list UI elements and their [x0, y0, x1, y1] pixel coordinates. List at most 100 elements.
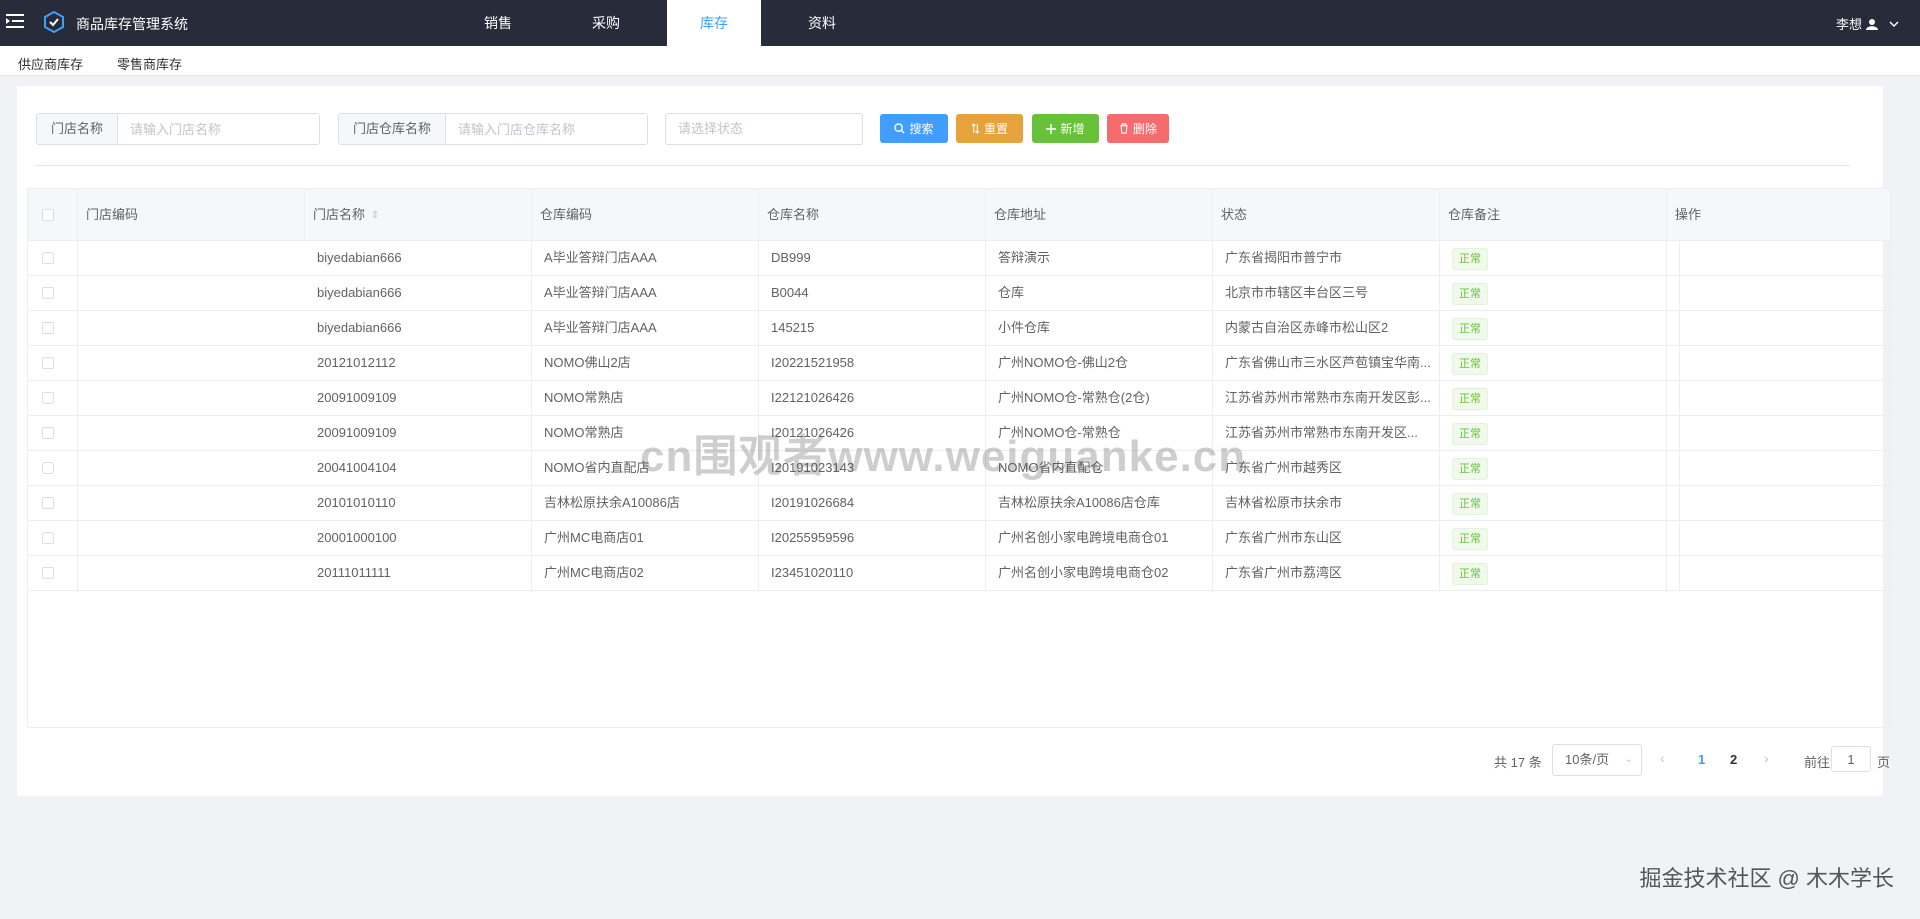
cell-store-code: 20091009109 [305, 416, 532, 451]
column-header-store-name[interactable]: 门店名称 ⇕ [305, 189, 532, 241]
status-badge: 正常 [1452, 283, 1488, 305]
cell-warehouse-code: 145215 [759, 311, 986, 346]
cell-actions [1667, 311, 1892, 346]
cell-warehouse-name: 广州NOMO仓-佛山2仓 [986, 346, 1213, 381]
goto-suffix: 页 [1877, 755, 1891, 770]
prev-page-button[interactable]: ‹ [1660, 750, 1665, 766]
search-icon [894, 123, 906, 134]
source-credit: 掘金技术社区 @ 木木学长 [1639, 866, 1894, 891]
subnav-item-retailer-stock[interactable]: 零售商库存 [117, 54, 182, 73]
nav-tab-data[interactable]: 资料 [775, 0, 869, 46]
cell-actions [1667, 556, 1892, 591]
cell-store-name: 广州MC电商店01 [532, 521, 759, 556]
cell-store-name: NOMO佛山2店 [532, 346, 759, 381]
cell-store-name: NOMO常熟店 [532, 416, 759, 451]
goto-page-input[interactable] [1831, 746, 1871, 772]
cell-actions [1667, 416, 1892, 451]
cell-warehouse-code: I20191026684 [759, 486, 986, 521]
user-menu[interactable]: 李想 [1836, 14, 1900, 33]
cell-warehouse-address: 江苏省苏州市常熟市东南开发区彭... [1213, 381, 1440, 416]
status-badge: 正常 [1452, 248, 1488, 270]
table-row: biyedabian666 A毕业答辩门店AAA 145215 小件仓库 内蒙古自治区赤… [28, 311, 1890, 346]
search-button-label: 搜索 [909, 122, 934, 136]
sub-navbar: 供应商库存 零售商库存 [0, 46, 1920, 76]
cell-warehouse-address: 广东省广州市荔湾区 [1213, 556, 1440, 591]
cell-store-code: 20111011111 [305, 556, 532, 591]
cell-warehouse-address: 内蒙古自治区赤峰市松山区2 [1213, 311, 1440, 346]
row-checkbox[interactable] [42, 322, 54, 334]
table-row: 20111011111 广州MC电商店02 I23451020110 广州名创小家电跨… [28, 556, 1890, 591]
nav-tab-sales[interactable]: 销售 [451, 0, 545, 46]
page-number-1[interactable]: 1 [1698, 752, 1705, 767]
row-checkbox[interactable] [42, 287, 54, 299]
column-header-status: 状态 [1213, 189, 1440, 241]
cell-store-name: A毕业答辩门店AAA [532, 241, 759, 276]
cell-status: 正常 [1440, 311, 1667, 346]
warehouse-name-filter: 门店仓库名称 [338, 113, 648, 145]
row-checkbox[interactable] [42, 392, 54, 404]
menu-toggle-icon[interactable] [6, 12, 24, 30]
row-checkbox[interactable] [42, 427, 54, 439]
table-row: biyedabian666 A毕业答辩门店AAA B0044 仓库 北京市市辖区丰台区三… [28, 276, 1890, 311]
row-checkbox[interactable] [42, 532, 54, 544]
column-header-warehouse-address: 仓库地址 [986, 189, 1213, 241]
cell-warehouse-name: 广州NOMO仓-常熟仓(2仓) [986, 381, 1213, 416]
status-badge: 正常 [1452, 353, 1488, 375]
cell-status: 正常 [1440, 486, 1667, 521]
cell-store-code: 20041004104 [305, 451, 532, 486]
top-navbar: 商品库存管理系统 销售 采购 库存 资料 李想 [0, 0, 1920, 46]
nav-tab-purchase[interactable]: 采购 [559, 0, 653, 46]
store-name-label: 门店名称 [37, 114, 119, 144]
reset-button[interactable]: 重置 [956, 114, 1023, 143]
page-number-2[interactable]: 2 [1730, 752, 1737, 767]
select-all-checkbox[interactable] [42, 209, 54, 221]
page-size-select[interactable]: 10条/页 ⌄ [1552, 744, 1642, 776]
store-name-input[interactable] [118, 114, 314, 144]
cell-status: 正常 [1440, 416, 1667, 451]
status-select[interactable]: 请选择状态 [665, 113, 863, 145]
nav-tab-inventory[interactable]: 库存 [667, 0, 761, 46]
cell-actions [1667, 276, 1892, 311]
subnav-item-supplier-stock[interactable]: 供应商库存 [18, 54, 83, 73]
sort-icon[interactable]: ⇕ [371, 190, 379, 242]
cell-warehouse-name: 广州名创小家电跨境电商仓01 [986, 521, 1213, 556]
cell-warehouse-address: 广东省佛山市三水区芦苞镇宝华南... [1213, 346, 1440, 381]
main-panel: 门店名称 门店仓库名称 请选择状态 搜索 重置 新增 删除 [17, 86, 1891, 796]
cell-warehouse-code: I20255959596 [759, 521, 986, 556]
plus-icon [1046, 123, 1057, 134]
sort-arrows-icon [971, 123, 980, 134]
table-row: 20091009109 NOMO常熟店 I20121026426 广州NOMO仓-常熟… [28, 416, 1890, 451]
cell-store-name: NOMO省内直配店 [532, 451, 759, 486]
cell-store-code: 20101010110 [305, 486, 532, 521]
cell-warehouse-code: I20121026426 [759, 416, 986, 451]
status-badge: 正常 [1452, 563, 1488, 585]
row-select-cell [28, 416, 78, 451]
row-select-cell [28, 346, 78, 381]
warehouse-name-label: 门店仓库名称 [339, 114, 447, 144]
next-page-button[interactable]: › [1764, 750, 1769, 766]
cell-warehouse-code: I20221521958 [759, 346, 986, 381]
delete-button[interactable]: 删除 [1107, 114, 1169, 143]
row-checkbox[interactable] [42, 462, 54, 474]
cell-status: 正常 [1440, 451, 1667, 486]
row-checkbox[interactable] [42, 567, 54, 579]
table-row: 20041004104 NOMO省内直配店 I20191023143 NOMO省内直配… [28, 451, 1890, 486]
row-select-cell [28, 311, 78, 346]
add-button[interactable]: 新增 [1032, 114, 1099, 143]
row-checkbox[interactable] [42, 357, 54, 369]
cell-store-code: 20091009109 [305, 381, 532, 416]
row-select-cell [28, 521, 78, 556]
row-select-cell [28, 451, 78, 486]
app-title: 商品库存管理系统 [76, 16, 188, 32]
table-row: 20001000100 广州MC电商店01 I20255959596 广州名创小家电跨… [28, 521, 1890, 556]
search-button[interactable]: 搜索 [880, 114, 948, 143]
row-checkbox[interactable] [42, 497, 54, 509]
cell-actions [1667, 521, 1892, 556]
row-select-cell [28, 486, 78, 521]
warehouse-name-input[interactable] [446, 114, 643, 144]
row-checkbox[interactable] [42, 252, 54, 264]
filter-divider [34, 165, 1850, 166]
column-header-warehouse-remark: 仓库备注 [1440, 189, 1667, 241]
reset-button-label: 重置 [983, 122, 1008, 136]
cell-warehouse-address: 北京市市辖区丰台区三号 [1213, 276, 1440, 311]
